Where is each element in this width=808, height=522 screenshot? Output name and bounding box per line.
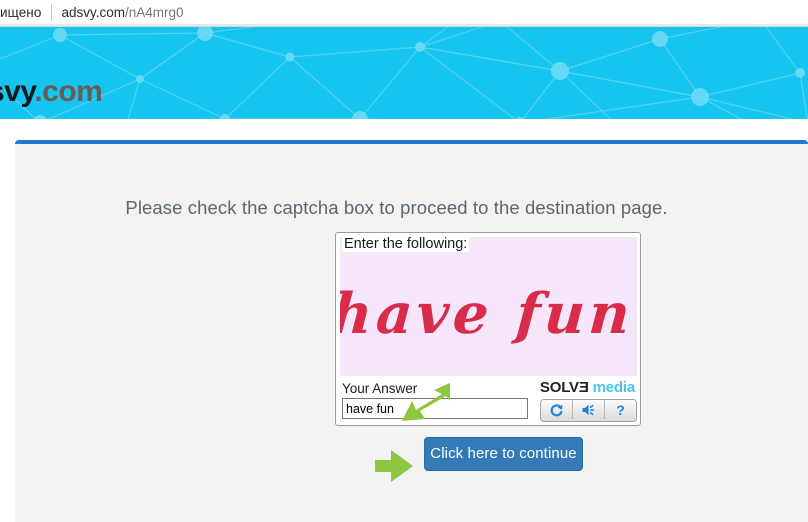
site-banner: svy.com	[0, 27, 808, 119]
browser-address-bar[interactable]: ищено adsvy.com/nA4mrg0	[0, 0, 808, 24]
address-bar-url[interactable]: adsvy.com/nA4mrg0	[61, 5, 183, 20]
site-logo-tld: .com	[34, 75, 103, 108]
page-instruction-text: Please check the captcha box to proceed …	[125, 197, 668, 218]
captcha-answer-input[interactable]	[342, 398, 528, 419]
captcha-control-buttons: ?	[540, 399, 637, 422]
content-panel: Please check the captcha box to proceed …	[15, 140, 808, 522]
captcha-challenge-glyphs: have fun	[340, 281, 636, 347]
answer-field-label: Your Answer	[342, 381, 418, 396]
audio-captcha-button[interactable]	[573, 400, 605, 419]
captcha-widget: have fun Enter the following: Your Answe…	[335, 232, 641, 426]
speaker-icon	[582, 404, 594, 415]
address-bar-divider	[51, 3, 53, 21]
continue-button[interactable]: Click here to continue	[424, 437, 583, 471]
captcha-instruction-label: Enter the following:	[342, 236, 470, 252]
solve-media-logo-media: media	[592, 379, 636, 396]
site-logo-name: svy	[0, 75, 35, 108]
solve-media-logo: SOLVE media	[539, 379, 636, 396]
question-mark-icon: ?	[616, 401, 625, 418]
captcha-challenge-image: have fun	[340, 237, 637, 376]
connection-secure-label: ищено	[0, 4, 42, 20]
captcha-challenge-string: have fun	[340, 281, 636, 347]
url-domain: adsvy.com	[61, 4, 125, 20]
captcha-answer-row: Your Answer SOLVE media ?	[340, 379, 637, 423]
help-captcha-button[interactable]: ?	[605, 400, 636, 419]
site-logo: svy.com	[0, 75, 103, 108]
solve-media-logo-solve: SOLVE	[539, 379, 589, 396]
refresh-captcha-button[interactable]	[541, 400, 573, 419]
banner-network-pattern	[0, 27, 808, 119]
refresh-icon	[550, 403, 563, 416]
url-path: /nA4mrg0	[125, 4, 184, 20]
